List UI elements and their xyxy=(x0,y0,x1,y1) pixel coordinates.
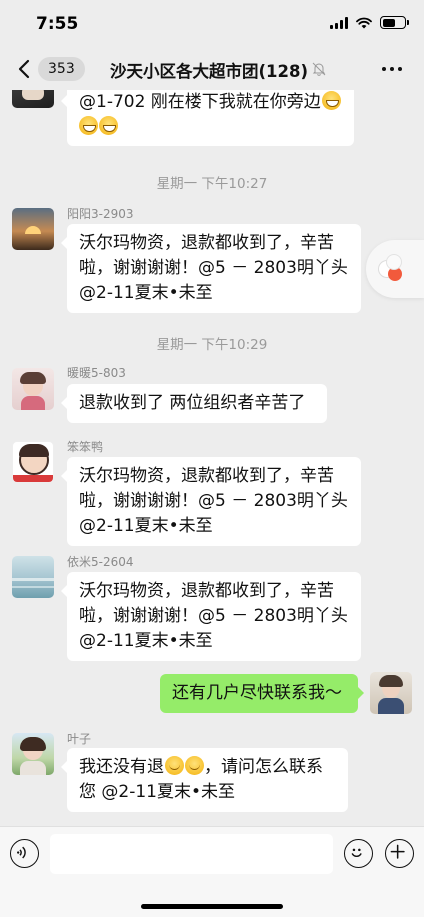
wifi-icon xyxy=(356,17,372,28)
plus-icon[interactable] xyxy=(385,839,414,868)
input-toolbar xyxy=(0,826,424,917)
chevron-left-icon[interactable] xyxy=(16,58,34,80)
sender-name: 阳阳3-2903 xyxy=(67,207,134,221)
avatar[interactable] xyxy=(12,208,54,250)
message-bubble[interactable]: @1-702 刚在楼下我就在你旁边 xyxy=(61,90,354,146)
message-bubble[interactable]: 沃尔玛物资，退款都收到了，辛苦啦，谢谢谢谢！@5 － 2803明丫头 @2-11… xyxy=(61,457,361,546)
avatar[interactable] xyxy=(12,733,54,775)
sender-name: 叶子 xyxy=(67,732,92,746)
message-list[interactable]: @1-702 刚在楼下我就在你旁边 星期一 下午10:27 阳阳3-2903 沃… xyxy=(0,90,424,826)
chat-title: 沙天小区各大超市团(128) xyxy=(110,62,309,81)
sender-name: 依米5-2604 xyxy=(67,555,134,569)
message-text: @1-702 刚在楼下我就在你旁边 xyxy=(79,92,321,112)
my-message-bubble[interactable]: 还有几户尽快联系我～ xyxy=(160,674,364,713)
chat-header: 353 沙天小区各大超市团(128) xyxy=(0,48,424,90)
message-bubble[interactable]: 我还没有退 ，请问怎么联系您 @2-11夏末•未至 xyxy=(61,748,348,812)
sender-name: 笨笨鸭 xyxy=(67,440,104,454)
grin-emoji-icon xyxy=(99,116,118,135)
grin-emoji-icon xyxy=(79,116,98,135)
floating-minimized-window[interactable] xyxy=(366,240,424,298)
home-indicator xyxy=(141,904,283,909)
status-time: 7:55 xyxy=(36,14,79,34)
message-bubble[interactable]: 退款收到了 两位组织者辛苦了 xyxy=(61,384,327,423)
smile-emoji-icon xyxy=(165,756,184,775)
bell-off-icon xyxy=(312,62,326,76)
timestamp-divider: 星期一 下午10:27 xyxy=(156,176,268,192)
message-input[interactable] xyxy=(50,834,333,874)
timestamp-divider: 星期一 下午10:29 xyxy=(156,337,268,353)
avatar[interactable] xyxy=(12,90,54,108)
message-text: 我还没有退 xyxy=(79,757,164,777)
avatar[interactable] xyxy=(12,441,54,483)
signal-icon xyxy=(330,16,348,29)
smile-emoji-icon xyxy=(185,756,204,775)
avatar[interactable] xyxy=(12,556,54,598)
sender-name: 暖暖5-803 xyxy=(67,366,126,380)
voice-icon[interactable] xyxy=(10,839,39,868)
unread-count-badge[interactable]: 353 xyxy=(38,57,85,81)
my-avatar[interactable] xyxy=(370,672,412,714)
message-bubble[interactable]: 沃尔玛物资，退款都收到了，辛苦啦，谢谢谢谢！@5 － 2803明丫头 @2-11… xyxy=(61,224,361,313)
message-bubble[interactable]: 沃尔玛物资，退款都收到了，辛苦啦，谢谢谢谢！@5 － 2803明丫头 @2-11… xyxy=(61,572,361,661)
battery-icon xyxy=(380,16,409,29)
grin-emoji-icon xyxy=(321,91,341,110)
smiley-icon[interactable] xyxy=(344,839,373,868)
status-bar: 7:55 xyxy=(0,0,424,48)
status-icons xyxy=(330,16,409,29)
ellipsis-icon[interactable] xyxy=(382,67,402,72)
avatar[interactable] xyxy=(12,368,54,410)
